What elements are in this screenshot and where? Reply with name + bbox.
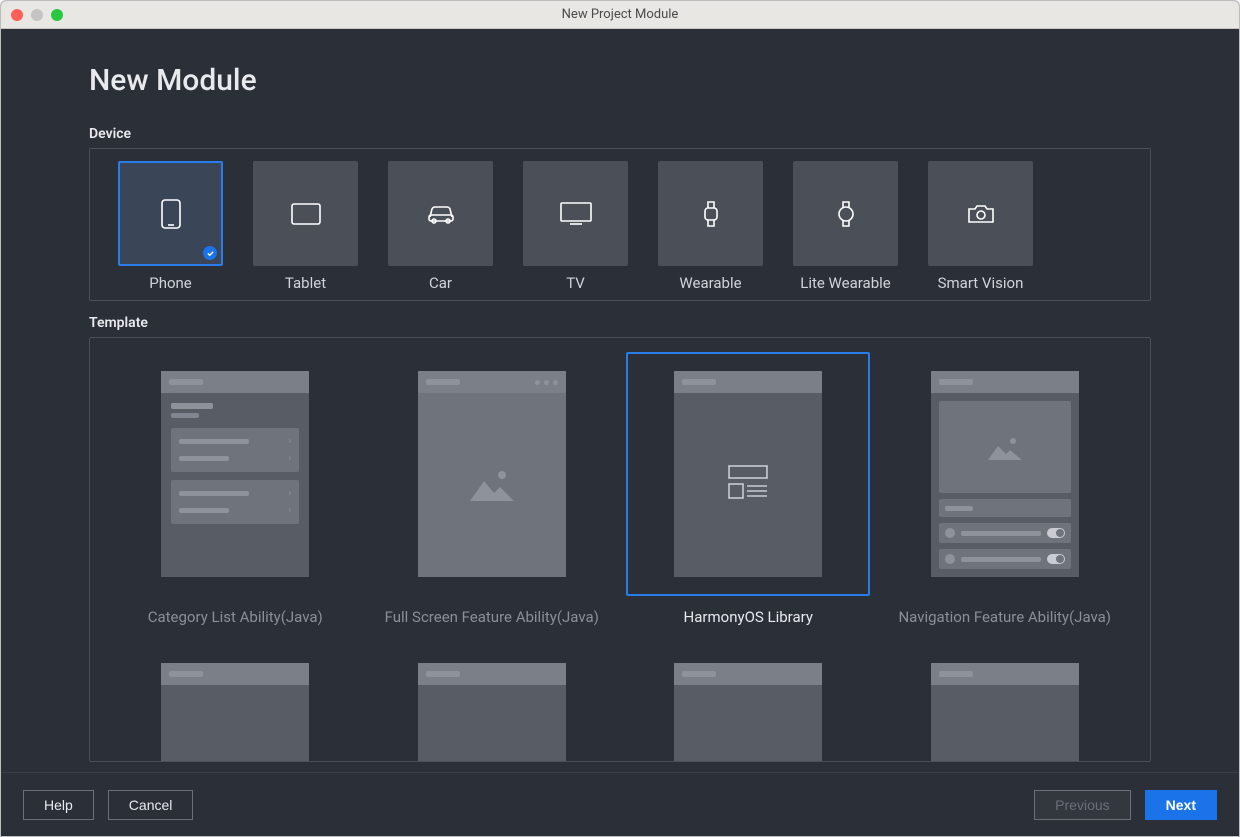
template-row2-b[interactable] xyxy=(369,644,616,761)
template-row2-a[interactable] xyxy=(112,644,359,761)
close-icon[interactable] xyxy=(11,9,23,21)
device-wearable-label: Wearable xyxy=(679,274,741,292)
device-tv-label: TV xyxy=(566,274,585,292)
window: New Project Module New Module Device Pho… xyxy=(0,0,1240,837)
template-harmony-library-tile xyxy=(626,352,870,596)
device-wearable[interactable]: Wearable xyxy=(658,161,763,292)
template-navigation-feature[interactable]: Navigation Feature Ability(Java) xyxy=(882,352,1129,626)
template-harmony-library[interactable]: HarmonyOS Library xyxy=(625,352,872,626)
template-row2-a-tile xyxy=(113,644,357,761)
titlebar: New Project Module xyxy=(1,1,1239,29)
device-tablet-label: Tablet xyxy=(285,274,326,292)
template-full-screen-label: Full Screen Feature Ability(Java) xyxy=(385,608,599,626)
template-category-list[interactable]: › › › › Category List Ability(Java) xyxy=(112,352,359,626)
next-button[interactable]: Next xyxy=(1145,790,1217,820)
template-category-list-label: Category List Ability(Java) xyxy=(148,608,323,626)
template-row2-c[interactable] xyxy=(625,644,872,761)
device-wearable-tile xyxy=(658,161,763,266)
template-category-list-tile: › › › › xyxy=(113,352,357,596)
tv-icon xyxy=(560,202,592,226)
image-icon xyxy=(988,434,1022,460)
tablet-icon xyxy=(291,203,321,225)
device-lite-wearable-tile xyxy=(793,161,898,266)
template-navigation-feature-label: Navigation Feature Ability(Java) xyxy=(898,608,1111,626)
template-row2-d[interactable] xyxy=(882,644,1129,761)
cancel-button[interactable]: Cancel xyxy=(108,790,194,820)
template-full-screen-tile xyxy=(370,352,614,596)
device-tv-tile xyxy=(523,161,628,266)
car-icon xyxy=(426,203,456,225)
device-tablet-tile xyxy=(253,161,358,266)
footer: Help Cancel Previous Next xyxy=(1,772,1239,836)
image-icon xyxy=(470,465,514,501)
template-navigation-feature-tile xyxy=(883,352,1127,596)
previous-button: Previous xyxy=(1034,790,1130,820)
help-button[interactable]: Help xyxy=(23,790,94,820)
device-car-label: Car xyxy=(429,274,452,292)
camera-icon xyxy=(967,203,995,225)
page-title: New Module xyxy=(89,63,1151,98)
device-tablet[interactable]: Tablet xyxy=(253,161,358,292)
template-full-screen[interactable]: Full Screen Feature Ability(Java) xyxy=(369,352,616,626)
maximize-icon[interactable] xyxy=(51,9,63,21)
device-lite-wearable-label: Lite Wearable xyxy=(800,274,890,292)
device-phone-label: Phone xyxy=(149,274,192,292)
window-controls xyxy=(11,9,63,21)
device-selector: Phone Tablet Car TV xyxy=(89,148,1151,301)
device-car-tile xyxy=(388,161,493,266)
template-section-label: Template xyxy=(89,315,1151,331)
device-phone-tile xyxy=(118,161,223,266)
device-lite-wearable[interactable]: Lite Wearable xyxy=(793,161,898,292)
device-smart-vision-label: Smart Vision xyxy=(938,274,1024,292)
library-icon xyxy=(725,464,771,502)
template-row2-b-tile xyxy=(370,644,614,761)
content-area: New Module Device Phone Tablet xyxy=(1,29,1239,772)
template-row2-d-tile xyxy=(883,644,1127,761)
lite-wearable-icon xyxy=(836,200,856,228)
phone-icon xyxy=(161,199,181,229)
template-harmony-library-label: HarmonyOS Library xyxy=(684,608,813,626)
wearable-icon xyxy=(701,200,721,228)
minimize-icon[interactable] xyxy=(31,9,43,21)
device-phone[interactable]: Phone xyxy=(118,161,223,292)
device-smart-vision-tile xyxy=(928,161,1033,266)
template-scroll[interactable]: › › › › Category List Ability(Java) xyxy=(90,338,1150,761)
device-smart-vision[interactable]: Smart Vision xyxy=(928,161,1033,292)
window-title: New Project Module xyxy=(1,7,1239,22)
device-tv[interactable]: TV xyxy=(523,161,628,292)
device-section-label: Device xyxy=(89,126,1151,142)
template-row2-c-tile xyxy=(626,644,870,761)
device-car[interactable]: Car xyxy=(388,161,493,292)
template-selector: › › › › Category List Ability(Java) xyxy=(89,337,1151,762)
check-icon xyxy=(203,246,217,260)
